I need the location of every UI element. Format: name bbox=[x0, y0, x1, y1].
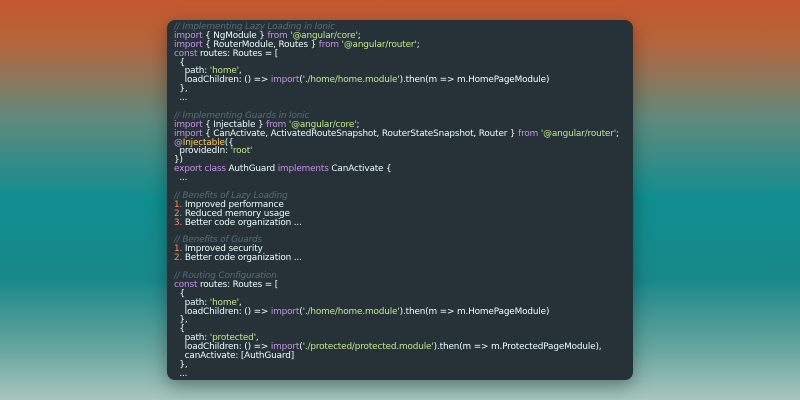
code-token: AuthGuard bbox=[225, 164, 278, 175]
code-token: routes: Routes = [ bbox=[197, 279, 279, 290]
code-token: '@angular/router' bbox=[341, 39, 417, 50]
code-token: import bbox=[270, 75, 300, 86]
code-token: Better code organization ... bbox=[182, 253, 302, 264]
code-token: ... bbox=[174, 93, 188, 104]
code-line: }, bbox=[174, 316, 629, 325]
code-token: import bbox=[270, 306, 300, 317]
code-line: canActivate: [AuthGuard] bbox=[174, 352, 629, 361]
code-line: 2. Better code organization ... bbox=[174, 254, 629, 263]
code-token: ).then(m => m.ProtectedPageModule), bbox=[433, 342, 602, 353]
code-token: from bbox=[318, 39, 339, 50]
code-token: routes: Routes = [ bbox=[197, 48, 279, 59]
code-token: loadChildren: () => bbox=[174, 75, 271, 86]
code-line: const routes: Routes = [ bbox=[174, 48, 629, 59]
code-token: '@angular/router' bbox=[540, 128, 617, 139]
code-line: { bbox=[174, 58, 629, 68]
code-line: { bbox=[174, 289, 629, 299]
code-token: ; bbox=[416, 39, 420, 50]
code-token: from bbox=[518, 128, 539, 139]
code-line: import { CanActivate, ActivatedRouteSnap… bbox=[174, 128, 629, 139]
code-line: ... bbox=[174, 94, 629, 103]
code-token: 'root' bbox=[230, 146, 253, 157]
code-token: 3. bbox=[174, 217, 183, 228]
code-token: 2. bbox=[174, 253, 183, 264]
code-line: }, bbox=[174, 85, 629, 94]
code-token: canActivate: [AuthGuard] bbox=[174, 350, 295, 361]
code-line: const routes: Routes = [ bbox=[174, 279, 629, 290]
code-line: }, bbox=[174, 360, 629, 370]
code-line: loadChildren: () => import('./home/home.… bbox=[174, 76, 629, 85]
code-token: ).then(m => m.HomePageModule) bbox=[399, 306, 550, 317]
code-token: ... bbox=[174, 368, 188, 379]
code-block: // Implementing Lazy Loading in Ionic imp… bbox=[174, 23, 629, 379]
code-line: 3. Better code organization ... bbox=[174, 217, 629, 228]
code-line: export class AuthGuard implements CanAct… bbox=[174, 165, 629, 174]
code-token: ; bbox=[616, 128, 619, 139]
code-line: ... bbox=[174, 174, 629, 183]
code-token: './home/home.module' bbox=[302, 306, 400, 317]
code-token: './protected/protected.module' bbox=[302, 342, 434, 353]
code-line: ... bbox=[174, 368, 629, 379]
code-token: ).then(m => m.HomePageModule) bbox=[399, 75, 550, 86]
code-window: // Implementing Lazy Loading in Ionic imp… bbox=[167, 20, 633, 380]
code-line: loadChildren: () => import('./home/home.… bbox=[174, 306, 629, 317]
code-token: { CanActivate, ActivatedRouteSnapshot, R… bbox=[202, 128, 519, 139]
code-token: loadChildren: () => bbox=[174, 306, 271, 317]
code-token: ... bbox=[174, 173, 188, 184]
code-token: class bbox=[204, 164, 226, 175]
code-line: providedIn: 'root' bbox=[174, 147, 629, 156]
code-token: implements bbox=[277, 164, 329, 175]
code-token: './home/home.module' bbox=[302, 75, 400, 86]
code-token: Better code organization ... bbox=[182, 217, 302, 228]
code-token: CanActivate { bbox=[328, 164, 392, 175]
